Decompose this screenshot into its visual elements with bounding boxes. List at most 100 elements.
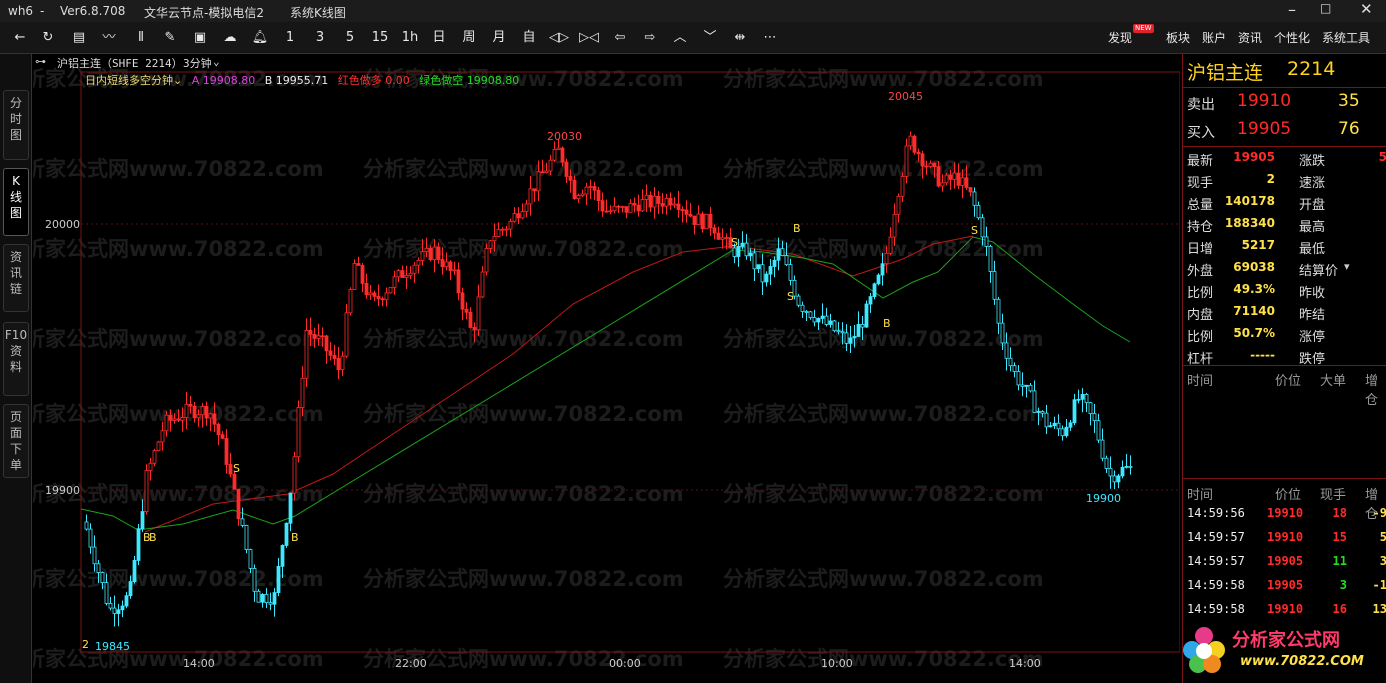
maximize-icon[interactable]: □ bbox=[1320, 1, 1331, 15]
settle-dropdown-icon[interactable]: ▾ bbox=[1344, 260, 1350, 273]
line-chart-icon[interactable]: 〰 bbox=[98, 28, 120, 48]
draw-tool-icon[interactable]: ✎ bbox=[160, 28, 180, 48]
candle-body bbox=[896, 195, 901, 215]
candle-body bbox=[996, 298, 1001, 324]
chevron-up-icon[interactable]: ︿ bbox=[670, 28, 690, 48]
zoom-out-icon[interactable]: ▷◁ bbox=[579, 28, 599, 48]
candle-body bbox=[456, 269, 461, 294]
tab-kline[interactable]: K线图 bbox=[3, 168, 29, 236]
scroll-left-icon[interactable]: ⇦ bbox=[610, 28, 630, 48]
candle-body bbox=[488, 240, 493, 249]
quote-field-row: 最新 19905 涨跌 5 bbox=[1187, 150, 1386, 169]
candle-body bbox=[236, 488, 241, 520]
candle-body bbox=[844, 332, 849, 344]
tab-page-order[interactable]: 页面下单 bbox=[3, 404, 29, 478]
candle-body bbox=[712, 227, 717, 234]
candle-body bbox=[376, 296, 381, 300]
back-icon[interactable]: ← bbox=[10, 28, 30, 48]
alert-bell-icon[interactable]: 🔔︎ bbox=[250, 28, 270, 48]
period-week[interactable]: 周 bbox=[460, 28, 478, 48]
candle-body bbox=[916, 151, 921, 155]
indicator-name[interactable]: 日内短线多空分钟 bbox=[85, 74, 173, 87]
period-3min[interactable]: 3 bbox=[311, 28, 329, 48]
candle-body bbox=[124, 595, 129, 607]
link-icon[interactable]: ⊶ bbox=[35, 55, 46, 68]
candle-body bbox=[1056, 422, 1061, 430]
tab-f10[interactable]: F10 资料 bbox=[3, 322, 29, 396]
candle-body bbox=[592, 186, 597, 191]
period-month[interactable]: 月 bbox=[490, 28, 508, 48]
value-b: 19955.71 bbox=[275, 74, 329, 87]
period-15min[interactable]: 15 bbox=[368, 28, 392, 48]
candle-body bbox=[120, 605, 125, 611]
candle-body bbox=[908, 135, 913, 147]
tab-time-sharing[interactable]: 分时图 bbox=[3, 90, 29, 160]
minimize-icon[interactable]: – bbox=[1288, 0, 1296, 19]
period-custom[interactable]: 自 bbox=[520, 28, 538, 48]
candle-body bbox=[372, 292, 377, 297]
nav-personalize[interactable]: 个性化 bbox=[1274, 28, 1310, 48]
candle-body bbox=[1032, 390, 1037, 413]
candle-body bbox=[964, 177, 969, 188]
candle-body bbox=[1068, 422, 1073, 428]
period-1min[interactable]: 1 bbox=[281, 28, 299, 48]
nav-sector[interactable]: 板块 bbox=[1166, 28, 1190, 48]
candle-body bbox=[988, 245, 993, 272]
indicator-dropdown-icon[interactable]: ⌄ bbox=[173, 74, 182, 87]
candle-body bbox=[348, 289, 353, 314]
candle-body bbox=[836, 330, 841, 333]
scroll-right-icon[interactable]: ⇨ bbox=[640, 28, 660, 48]
quote-board-icon[interactable]: ▣ bbox=[190, 28, 210, 48]
signal-s: S bbox=[787, 290, 794, 303]
bid-row[interactable]: 买入 19905 76 bbox=[1183, 118, 1386, 146]
candle-body bbox=[224, 438, 229, 465]
candlestick-icon[interactable]: ⫴ bbox=[130, 28, 152, 48]
candle-body bbox=[776, 248, 781, 261]
quote-panel: 沪铝主连 2214 卖出 19910 35 买入 19905 76 最新 1990… bbox=[1182, 54, 1386, 683]
candle-body bbox=[240, 518, 245, 526]
close-icon[interactable]: ✕ bbox=[1360, 0, 1373, 18]
period-1h[interactable]: 1h bbox=[398, 28, 422, 48]
candle-body bbox=[868, 296, 873, 305]
candle-body bbox=[1016, 371, 1021, 386]
split-view-icon[interactable]: ⇹ bbox=[729, 28, 751, 48]
candle-body bbox=[600, 200, 605, 212]
kline-chart[interactable]: 分析家公式网www.70822.com 分析家公式网www.70822.com 分析… bbox=[33, 54, 1180, 683]
cloud-icon[interactable]: ☁ bbox=[220, 28, 240, 48]
candle-body bbox=[824, 315, 829, 325]
period-select[interactable]: 3分钟 bbox=[183, 55, 212, 71]
candle-body bbox=[460, 292, 465, 310]
nav-account[interactable]: 账户 bbox=[1202, 28, 1226, 48]
candle-body bbox=[428, 247, 433, 261]
nav-system-tools[interactable]: 系统工具 bbox=[1322, 28, 1370, 48]
refresh-icon[interactable]: ↻ bbox=[38, 28, 58, 48]
indicator-bar: 日内短线多空分钟⌄ A 19908.80 B 19955.71 红色做多 0.0… bbox=[85, 74, 520, 87]
watermark-text: 分析家公式网www.70822.com bbox=[33, 327, 324, 351]
candle-body bbox=[992, 271, 997, 300]
nav-news[interactable]: 资讯 bbox=[1238, 28, 1262, 48]
symbol-label[interactable]: 沪铝主连（SHFE 2214） bbox=[57, 55, 183, 71]
period-day[interactable]: 日 bbox=[430, 28, 448, 48]
ask-row[interactable]: 卖出 19910 35 bbox=[1183, 90, 1386, 118]
nav-discover[interactable]: 发现 bbox=[1108, 28, 1132, 48]
value-a: 19908.80 bbox=[202, 74, 256, 87]
candle-body bbox=[152, 450, 157, 464]
watermark-layer: 分析家公式网www.70822.com 分析家公式网www.70822.com 分析… bbox=[33, 67, 1044, 671]
candle-body bbox=[936, 166, 941, 187]
candle-body bbox=[420, 251, 425, 261]
candle-body bbox=[668, 197, 673, 206]
tab-news-chain[interactable]: 资讯链 bbox=[3, 244, 29, 312]
candle-body bbox=[540, 171, 545, 174]
candle-body bbox=[468, 311, 473, 328]
list-icon[interactable]: ▤ bbox=[68, 28, 90, 48]
zoom-in-icon[interactable]: ◁▷ bbox=[549, 28, 569, 48]
candle-body bbox=[808, 311, 813, 318]
chevron-down-icon[interactable]: ﹀ bbox=[700, 28, 720, 48]
server-node[interactable]: 文华云节点-模拟电信2 bbox=[144, 4, 264, 21]
period-5min[interactable]: 5 bbox=[341, 28, 359, 48]
candle-body bbox=[588, 186, 593, 188]
candle-body bbox=[960, 177, 965, 186]
more-icon[interactable]: ⋯ bbox=[760, 28, 780, 48]
candle-body bbox=[300, 377, 305, 408]
period-dropdown-icon[interactable]: ⌄ bbox=[213, 55, 220, 68]
